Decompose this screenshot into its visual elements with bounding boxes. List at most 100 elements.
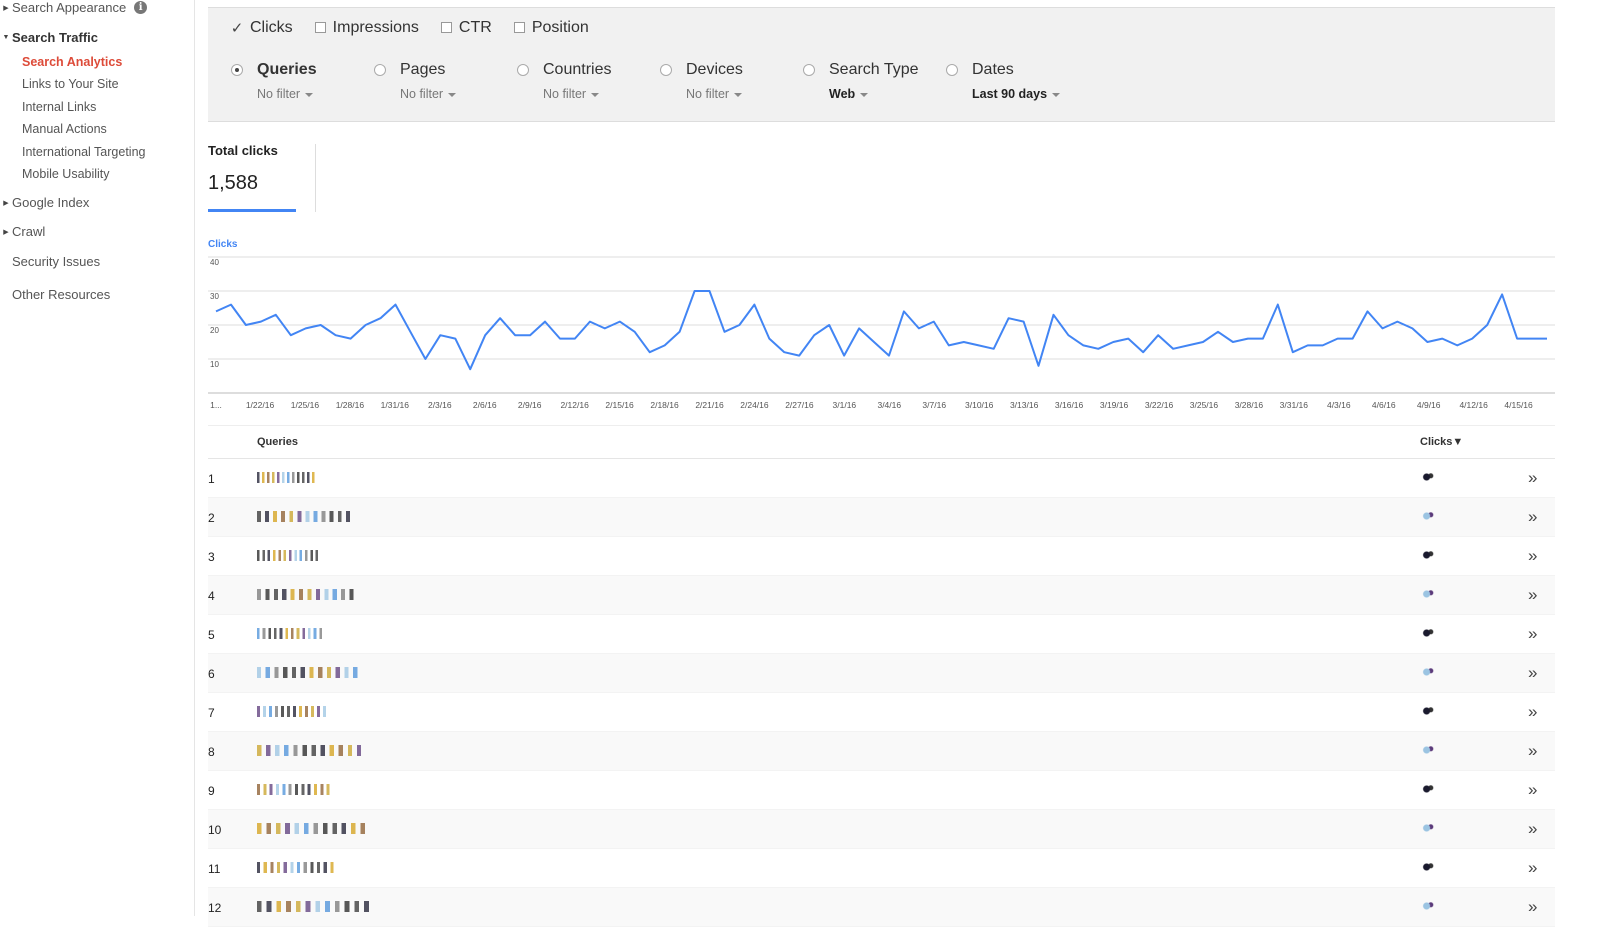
metric-impressions-checkbox[interactable]: Impressions: [314, 19, 419, 37]
nav-label: Search Traffic: [12, 30, 98, 45]
nav-manual-actions[interactable]: Manual Actions: [22, 122, 107, 136]
checkbox-icon: [314, 22, 326, 33]
y-tick-label: 10: [210, 360, 219, 369]
metric-clicks-checkbox[interactable]: ✓ Clicks: [230, 19, 293, 37]
groupby-queries[interactable]: Queries No filter: [231, 61, 317, 101]
double-chevron-right-icon[interactable]: »: [1528, 780, 1537, 800]
table-row[interactable]: 2»: [208, 498, 1555, 537]
table-row[interactable]: 10 »: [208, 810, 1555, 849]
radio-icon[interactable]: [517, 64, 529, 76]
metric-ctr-checkbox[interactable]: CTR: [440, 18, 492, 37]
table-row[interactable]: 7»: [208, 693, 1555, 732]
table-row[interactable]: 12 »: [208, 888, 1555, 927]
nav-google-index[interactable]: ▶ Google Index: [0, 195, 89, 210]
x-tick-label: 1/28/16: [336, 400, 365, 410]
double-chevron-right-icon[interactable]: »: [1528, 858, 1537, 878]
filter-dropdown[interactable]: No filter: [686, 87, 743, 101]
table-header: Queries Clicks▼: [208, 425, 1555, 459]
groupby-search-type[interactable]: Search Type Web: [803, 61, 919, 101]
table-row[interactable]: 1»: [208, 459, 1555, 498]
radio-selected-icon[interactable]: [231, 64, 243, 76]
radio-icon[interactable]: [803, 64, 815, 76]
row-index: 6: [208, 667, 215, 681]
table-row[interactable]: 6»: [208, 654, 1555, 693]
radio-icon[interactable]: [946, 64, 958, 76]
caret-down-icon: [860, 92, 869, 97]
x-tick-label: 2/12/16: [560, 400, 589, 410]
row-index: 7: [208, 706, 215, 720]
filter-dropdown[interactable]: No filter: [400, 87, 457, 101]
redacted-query: [257, 589, 358, 600]
table-row[interactable]: 5»: [208, 615, 1555, 654]
clicks-column-header[interactable]: Clicks▼: [1420, 436, 1463, 448]
double-chevron-right-icon[interactable]: »: [1528, 468, 1537, 488]
x-tick-label: 3/16/16: [1055, 400, 1084, 410]
table-row[interactable]: 3»: [208, 537, 1555, 576]
radio-icon[interactable]: [660, 64, 672, 76]
nav-search-traffic[interactable]: ▼ Search Traffic: [0, 30, 98, 45]
groupby-label: Pages: [400, 61, 446, 78]
total-clicks-underline: [208, 209, 296, 212]
row-index: 3: [208, 550, 215, 564]
groupby-pages[interactable]: Pages No filter: [374, 61, 457, 101]
x-tick-label: 2/6/16: [473, 400, 497, 410]
row-index: 11: [208, 862, 221, 876]
x-tick-label: 3/31/16: [1280, 400, 1309, 410]
double-chevron-right-icon[interactable]: »: [1528, 585, 1537, 605]
nav-links-to-your-site[interactable]: Links to Your Site: [22, 77, 119, 91]
groupby-countries[interactable]: Countries No filter: [517, 61, 611, 101]
groupby-devices[interactable]: Devices No filter: [660, 61, 743, 101]
x-tick-label: 3/10/16: [965, 400, 994, 410]
filter-dropdown[interactable]: Web: [829, 87, 919, 101]
x-tick-label: 3/4/16: [877, 400, 901, 410]
metric-label: CTR: [458, 18, 492, 36]
caret-down-icon: ▼: [2, 34, 10, 41]
total-clicks-value: 1,588: [208, 172, 259, 194]
filter-value: No filter: [400, 87, 444, 101]
x-tick-label: 4/9/16: [1417, 400, 1441, 410]
table-row[interactable]: 4»: [208, 576, 1555, 615]
x-tick-label: 4/6/16: [1372, 400, 1396, 410]
double-chevron-right-icon[interactable]: »: [1528, 546, 1537, 566]
double-chevron-right-icon[interactable]: »: [1528, 741, 1537, 761]
nav-internal-links[interactable]: Internal Links: [22, 100, 96, 114]
double-chevron-right-icon[interactable]: »: [1528, 624, 1537, 644]
checkmark-icon: ✓: [230, 19, 244, 37]
double-chevron-right-icon[interactable]: »: [1528, 663, 1537, 683]
double-chevron-right-icon[interactable]: »: [1528, 819, 1537, 839]
x-tick-label: 2/15/16: [605, 400, 634, 410]
table-row[interactable]: 9»: [208, 771, 1555, 810]
redacted-clicks: [1421, 627, 1435, 639]
clicks-line-chart[interactable]: Clicks 40 30 20 10 1... 1/22/16 1/25/16 1/28/16 1…: [0, 230, 1600, 420]
groupby-dates[interactable]: Dates Last 90 days: [946, 61, 1061, 101]
metric-position-checkbox[interactable]: Position: [513, 18, 589, 37]
filter-dropdown[interactable]: No filter: [257, 87, 317, 101]
clicks-series-line: [215, 290, 1547, 371]
redacted-query: [257, 823, 370, 834]
redacted-query: [257, 745, 366, 756]
x-tick-label: 1...: [210, 400, 222, 410]
nav-international-targeting[interactable]: International Targeting: [22, 145, 145, 159]
filter-dropdown[interactable]: Last 90 days: [972, 87, 1061, 101]
redacted-clicks: [1421, 471, 1435, 483]
groupby-label: Dates: [972, 61, 1014, 78]
nav-mobile-usability[interactable]: Mobile Usability: [22, 167, 110, 181]
nav-search-appearance[interactable]: ▶ Search Appearance i: [0, 0, 148, 15]
row-index: 4: [208, 589, 215, 603]
total-clicks-card[interactable]: Total clicks 1,588: [208, 143, 278, 195]
queries-column-header[interactable]: Queries: [257, 436, 298, 448]
nav-search-analytics[interactable]: Search Analytics: [22, 55, 122, 69]
filter-dropdown[interactable]: No filter: [543, 87, 611, 101]
double-chevron-right-icon[interactable]: »: [1528, 507, 1537, 527]
queries-table: Queries Clicks▼ 1» 2» 3» 4» 5» 6» 7» 8» 9» 10» 11»…: [208, 425, 1555, 927]
table-row[interactable]: 11 »: [208, 849, 1555, 888]
groupby-label: Search Type: [829, 61, 919, 78]
double-chevron-right-icon[interactable]: »: [1528, 897, 1537, 917]
filter-value: No filter: [257, 87, 301, 101]
radio-icon[interactable]: [374, 64, 386, 76]
metric-label: Position: [531, 18, 589, 36]
x-tick-label: 3/1/16: [833, 400, 857, 410]
double-chevron-right-icon[interactable]: »: [1528, 702, 1537, 722]
table-row[interactable]: 8»: [208, 732, 1555, 771]
info-icon[interactable]: i: [134, 1, 148, 14]
